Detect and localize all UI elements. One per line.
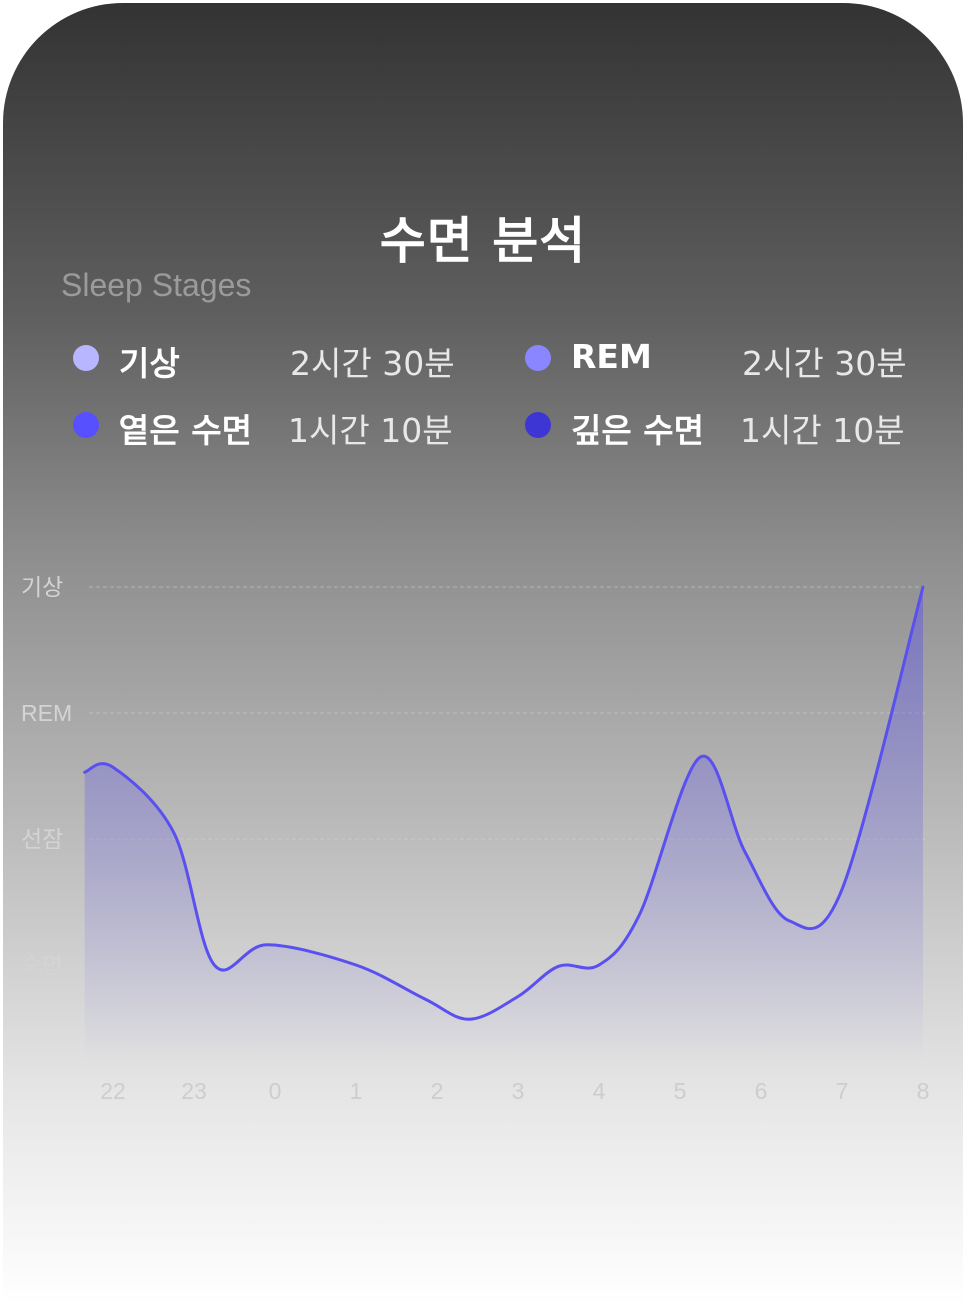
x-tick-label: 4 <box>593 1078 606 1104</box>
x-tick-label: 2 <box>431 1078 444 1104</box>
x-tick-label: 8 <box>917 1078 930 1104</box>
x-tick-label: 1 <box>350 1078 363 1104</box>
sleep-analysis-card: 수면 분석 Sleep Stages 기상 2시간 30분 REM 2시간 30… <box>3 3 963 1305</box>
y-tick-label: 기상 <box>21 574 63 600</box>
x-tick-label: 22 <box>100 1078 126 1104</box>
y-tick-label: 숙면 <box>21 952 63 978</box>
x-tick-label: 7 <box>836 1078 849 1104</box>
sleep-stage-chart: 기상REM선잠숙면 22 23 0 1 2 3 4 5 6 7 8 <box>21 574 930 1104</box>
x-tick-label: 5 <box>674 1078 687 1104</box>
y-tick-label: 선잠 <box>21 826 63 852</box>
y-tick-label: REM <box>21 700 72 726</box>
x-tick-label: 0 <box>269 1078 282 1104</box>
x-tick-label: 6 <box>755 1078 768 1104</box>
x-tick-label: 3 <box>512 1078 525 1104</box>
sleep-area <box>84 587 923 1063</box>
x-tick-label: 23 <box>181 1078 207 1104</box>
